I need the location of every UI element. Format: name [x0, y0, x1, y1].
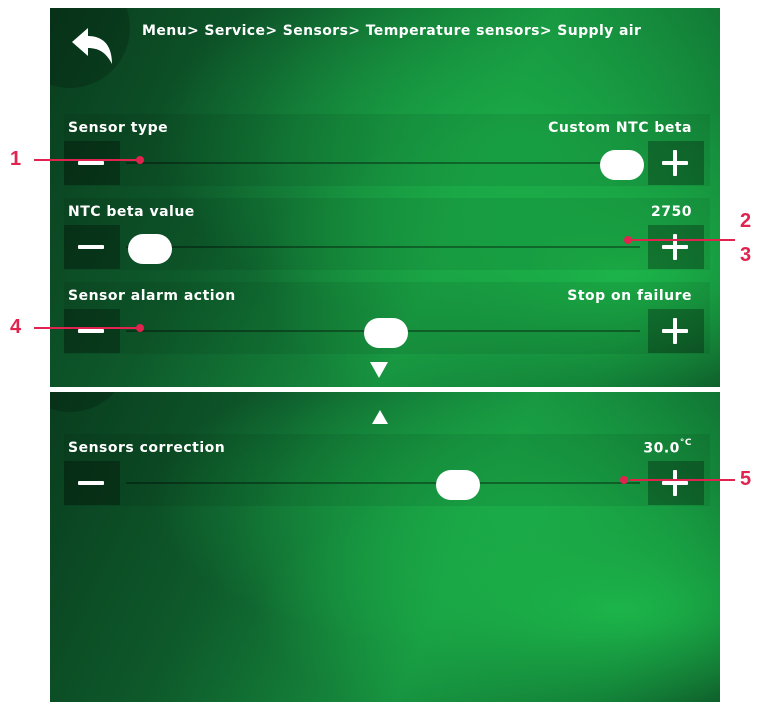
callout-2: 2: [740, 210, 752, 232]
minus-icon: [78, 245, 104, 249]
sensor-type-slider-handle[interactable]: [600, 150, 644, 180]
sensors-correction-number: 30.0: [643, 440, 680, 457]
callout-2-3-dot: [624, 236, 632, 244]
callout-4-dot: [136, 324, 144, 332]
minus-icon: [78, 481, 104, 485]
ntc-beta-slider-handle[interactable]: [128, 234, 172, 264]
triangle-down-icon[interactable]: [370, 362, 388, 378]
ntc-beta-increase-button[interactable]: [648, 225, 704, 269]
sensor-alarm-action-value: Stop on failure: [567, 288, 692, 304]
setting-row-sensor-type: Sensor type Custom NTC beta: [64, 114, 710, 186]
ntc-beta-value-label: NTC beta value: [68, 204, 195, 220]
callout-1-line: [34, 159, 140, 161]
correction-slider-track[interactable]: [126, 482, 640, 484]
setting-row-sensors-correction: Sensors correction 30.0°C: [64, 434, 710, 506]
back-arrow-icon[interactable]: [68, 24, 118, 70]
callout-1: 1: [10, 148, 22, 170]
callout-3: 3: [740, 244, 752, 266]
setting-row-ntc-beta-value: NTC beta value 2750: [64, 198, 710, 270]
sensor-alarm-action-label: Sensor alarm action: [68, 288, 236, 304]
correction-decrease-button[interactable]: [64, 461, 120, 505]
correction-increase-button[interactable]: [648, 461, 704, 505]
alarm-action-slider-handle[interactable]: [364, 318, 408, 348]
alarm-action-decrease-button[interactable]: [64, 309, 120, 353]
callout-4: 4: [10, 316, 22, 338]
screen-panel-top: Menu> Service> Sensors> Temperature sens…: [50, 8, 720, 387]
ntc-beta-decrease-button[interactable]: [64, 225, 120, 269]
sensor-type-decrease-button[interactable]: [64, 141, 120, 185]
ntc-beta-value-value: 2750: [651, 204, 692, 220]
callout-2-3-line: [629, 239, 735, 241]
callout-5: 5: [740, 468, 752, 490]
ntc-beta-slider-track[interactable]: [126, 246, 640, 248]
callout-1-dot: [136, 156, 144, 164]
setting-row-sensor-alarm-action: Sensor alarm action Stop on failure: [64, 282, 710, 354]
callout-5-line: [629, 479, 735, 481]
callout-4-line: [34, 327, 140, 329]
minus-icon: [78, 161, 104, 165]
alarm-action-increase-button[interactable]: [648, 309, 704, 353]
breadcrumb: Menu> Service> Sensors> Temperature sens…: [142, 23, 642, 39]
sensors-correction-value: 30.0°C: [643, 438, 692, 457]
screen-panel-bottom: Sensors correction 30.0°C: [50, 392, 720, 702]
sensor-type-label: Sensor type: [68, 120, 169, 136]
triangle-up-icon[interactable]: [372, 410, 388, 424]
correction-slider-handle[interactable]: [436, 470, 480, 500]
callout-5-dot: [620, 476, 628, 484]
sensor-type-slider-track[interactable]: [126, 162, 640, 164]
minus-icon: [78, 329, 104, 333]
sensor-type-increase-button[interactable]: [648, 141, 704, 185]
unit-celsius: °C: [679, 438, 692, 448]
sensors-correction-label: Sensors correction: [68, 440, 226, 456]
back-button-background: [50, 392, 130, 412]
sensor-type-value: Custom NTC beta: [548, 120, 692, 136]
